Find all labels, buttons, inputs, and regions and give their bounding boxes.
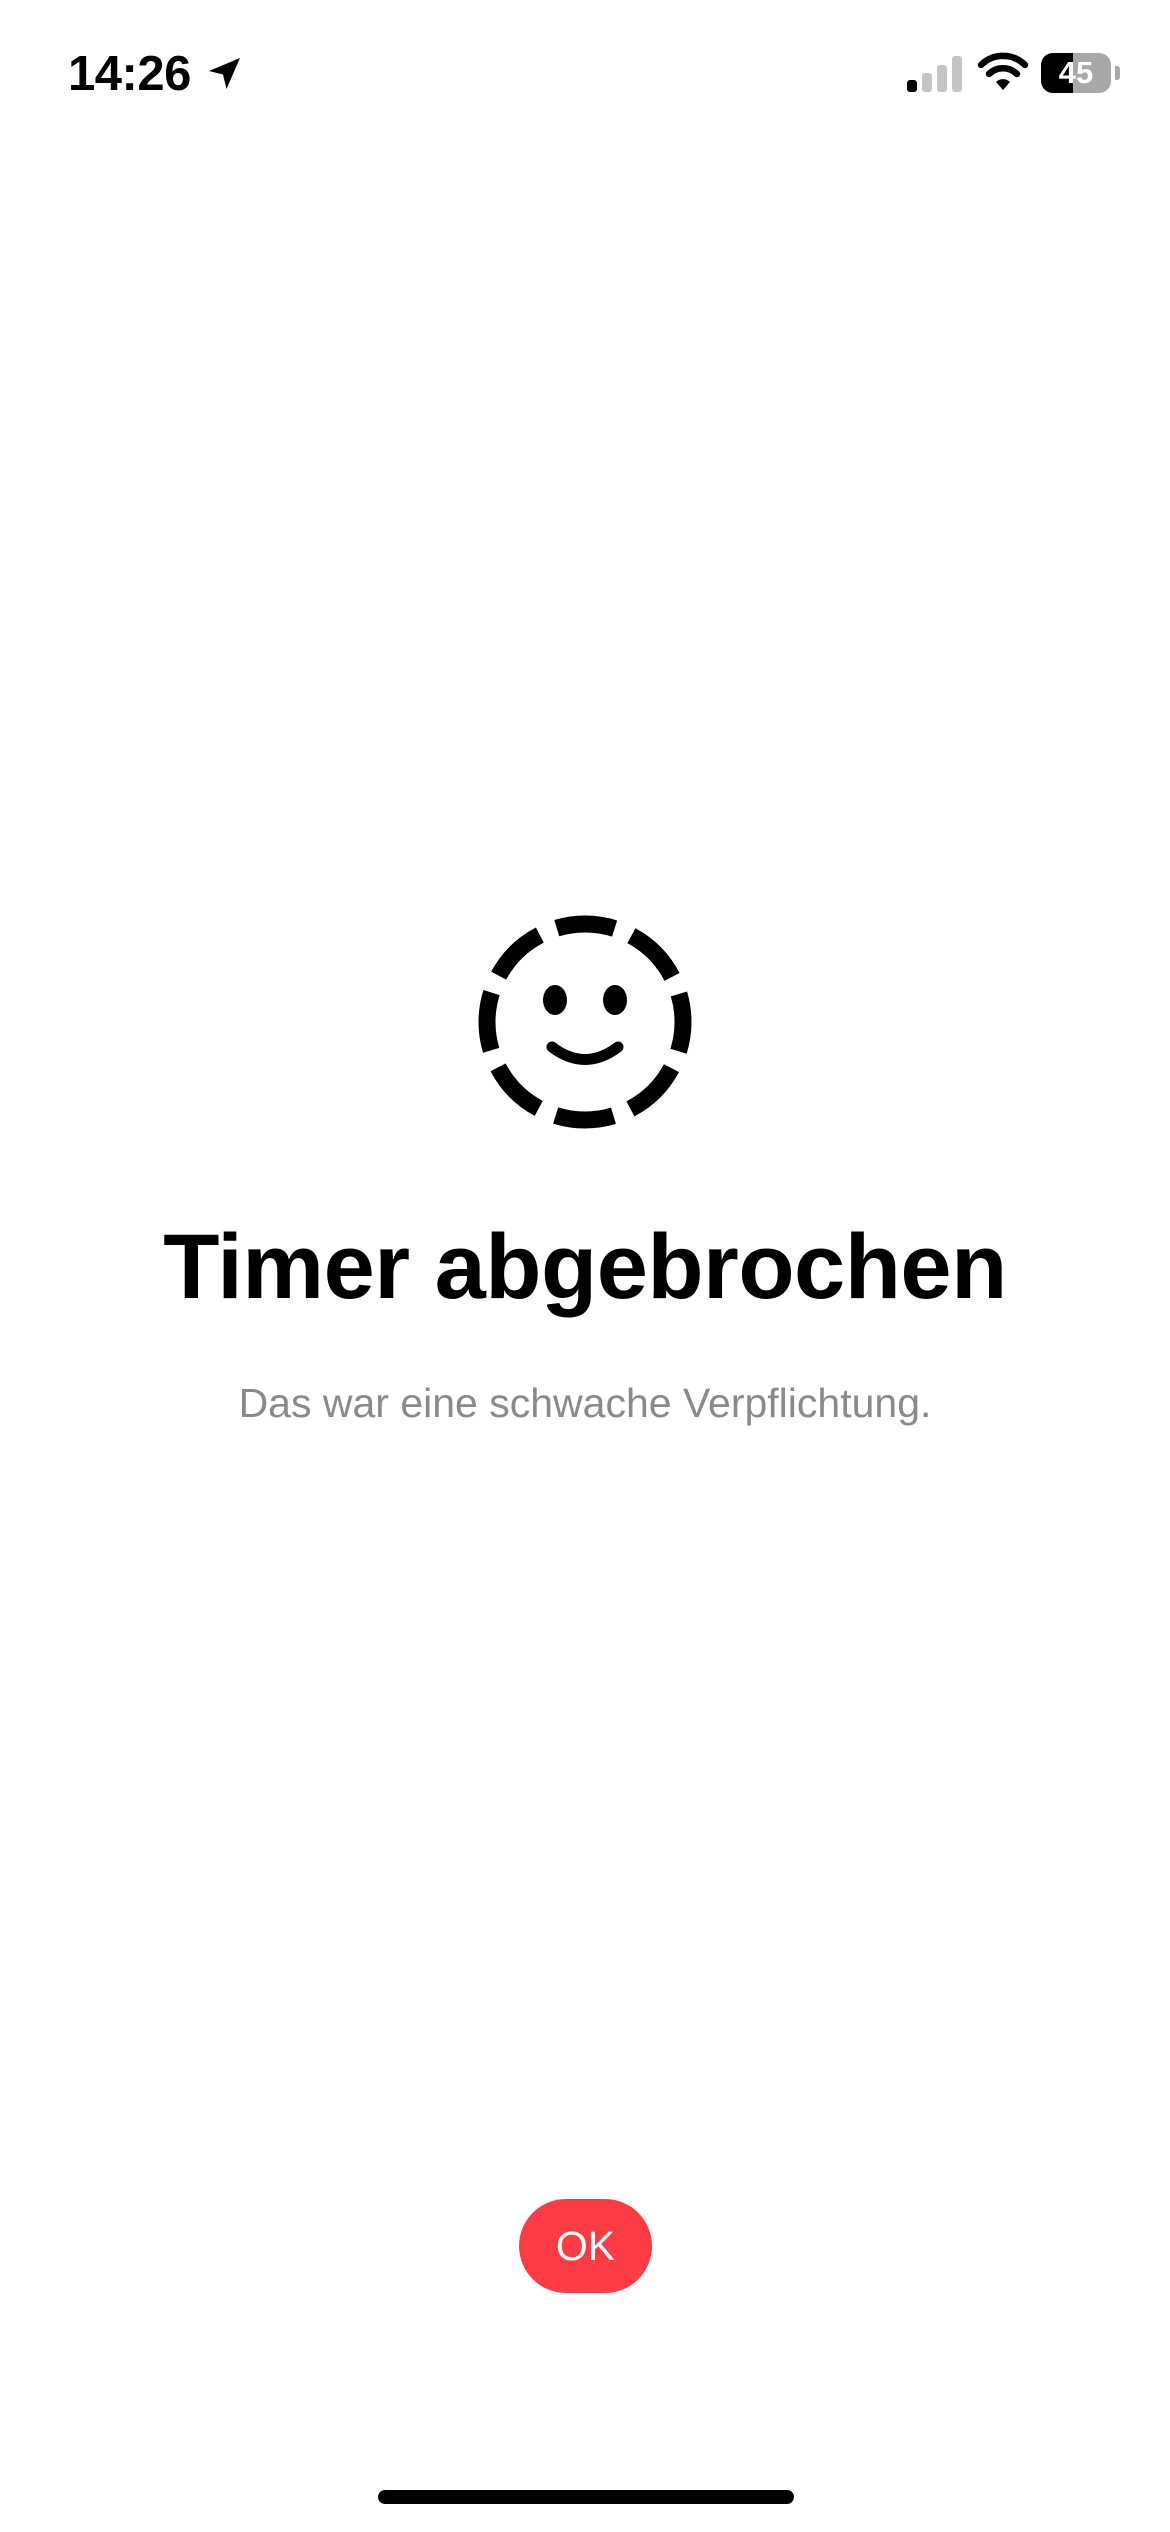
ok-button[interactable]: OK xyxy=(519,2199,652,2293)
subtitle: Das war eine schwache Verpflichtung. xyxy=(238,1380,932,1426)
cellular-signal-icon xyxy=(907,56,962,92)
battery-cap xyxy=(1115,66,1120,80)
location-arrow-icon xyxy=(209,58,240,89)
battery-icon: 45 xyxy=(1041,53,1120,93)
battery-level: 45 xyxy=(1058,55,1094,90)
status-time: 14:26 xyxy=(68,47,191,101)
page-title: Timer abgebrochen xyxy=(163,1216,1007,1318)
wifi-icon xyxy=(977,52,1029,90)
dashed-smiley-icon xyxy=(478,915,692,1129)
home-indicator[interactable] xyxy=(378,2490,794,2504)
battery-body: 45 xyxy=(1041,53,1111,93)
status-bar: 14:26 45 xyxy=(0,0,1170,150)
